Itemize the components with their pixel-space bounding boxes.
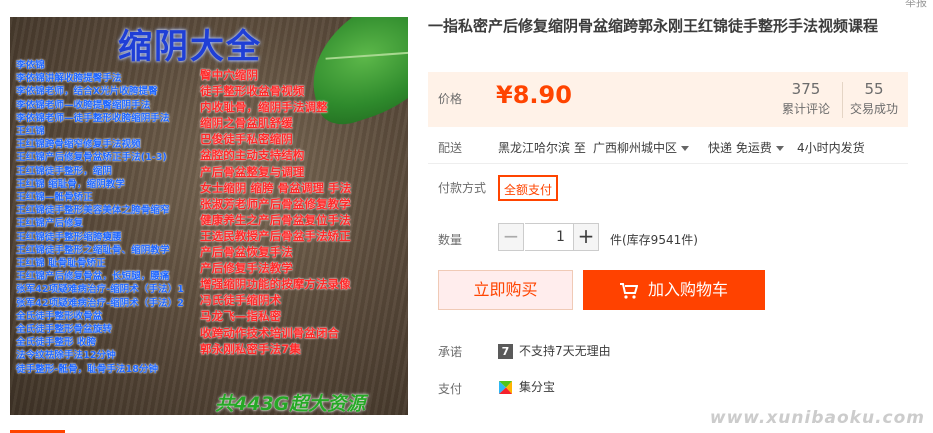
image-right-line: 臀中穴缩阴 <box>200 68 258 82</box>
reviews-label: 累计评论 <box>781 102 830 116</box>
image-left-line: 李依锦 <box>16 60 45 71</box>
cart-icon <box>619 282 638 299</box>
image-right-list: 臀中穴缩阴徒手整形收盆骨视频 内收耻骨，缩阴手法调整 缩阴之骨盆肌舒缓 巴俊徒手私密缩… <box>200 67 405 357</box>
image-left-line: 张军42项疑难病治疗-缩阴术（手法）2 <box>16 297 184 309</box>
shipping-to-select[interactable]: 广西柳州城中区 <box>593 139 690 156</box>
image-left-line: 张军42项疑难病治疗-缩阴术（手法）1 <box>16 284 184 296</box>
image-left-line: 王红锦跨骨缩窄修复手法视频 <box>16 139 141 151</box>
chevron-down-icon <box>775 146 784 151</box>
deals-count: 55 <box>864 80 884 98</box>
stat-divider <box>842 82 843 118</box>
image-right-line: 产后骨盆恢复手法 <box>200 245 293 260</box>
image-left-line: 李依锦老师，结合X光片收胯提臀 <box>16 86 158 98</box>
shipping-to: 广西柳州城中区 <box>593 141 678 155</box>
image-bottom-text: 共443G超大资源 <box>215 393 366 415</box>
image-right-line: 内收耻骨，缩阴手法调整 <box>200 100 328 115</box>
image-left-line: 全氏徒手整形 收胯 <box>16 337 97 349</box>
image-left-line: 王红锦徒手整形，缩阴 <box>16 165 112 177</box>
quantity-label: 数量 <box>438 233 463 247</box>
no-return-icon: 7 <box>498 344 513 359</box>
image-left-line: 王红锦 <box>16 126 45 138</box>
image-left-line: 李依锦老师—徒手整形收胯缩阴手法 <box>16 112 170 124</box>
promise-label: 承诺 <box>438 345 463 359</box>
image-right-line: 产后修复手法教学 <box>200 261 293 276</box>
image-right-line: 王选民教授产后骨盆手法矫正 <box>200 228 351 243</box>
image-left-line: 王红锦徒手整形缩胯瘦腰 <box>16 231 122 243</box>
divider <box>428 163 908 164</box>
image-right-line: 郭永刚私密手法7集 <box>200 341 301 356</box>
dispatch-time: 4小时内发货 <box>797 141 865 155</box>
image-left-line: 李依锦老师—收胯提臀缩阴手法 <box>16 99 151 111</box>
image-left-line: 全氏徒手整形骨盆旋转 <box>16 324 112 336</box>
watermark: www.xunibaoku.com <box>709 408 925 428</box>
payment-option-full[interactable]: 全额支付 <box>498 175 558 201</box>
price-value: ¥8.90 <box>496 81 572 109</box>
image-right-line: 张淑芳老师产后骨盆修复教学 <box>200 196 351 211</box>
deals-label: 交易成功 <box>849 102 898 116</box>
image-right-line: 徒手整形收盆骨视频 <box>200 84 305 99</box>
jifenbao-icon <box>499 381 512 394</box>
stock-info: 件(库存9541件) <box>610 233 698 247</box>
image-left-line: 王红锦产后修复骨盆，长短腿，腰痛 <box>16 271 170 283</box>
image-left-line: 王红锦产后修复骨盆矫正手法(1-3) <box>16 152 167 164</box>
image-right-line: 健康养生之产后骨盆复位手法 <box>200 212 351 227</box>
add-to-cart-button[interactable]: 加入购物车 <box>583 270 765 310</box>
image-left-list: 李依锦李依锦讲解收胯提臀手法 李依锦老师，结合X光片收胯提臀 李依锦老师—收胯提臀缩… <box>16 59 221 376</box>
image-left-line: 王红锦 缩耻骨，缩阴教学 <box>16 178 125 190</box>
image-right-line: 马龙飞—指私密 <box>200 309 282 324</box>
pay-method-text: 集分宝 <box>519 380 556 394</box>
product-title: 一指私密产后修复缩阴骨盆缩跨郭永刚王红锦徒手整形手法视频课程 <box>428 17 879 35</box>
price-label: 价格 <box>438 92 463 106</box>
image-left-line: 王红锦 耻骨耻骨矫正 <box>16 258 106 270</box>
image-left-line: 王红锦—骶骨矫正 <box>16 192 93 204</box>
add-to-cart-label: 加入购物车 <box>647 280 728 299</box>
quantity-minus-button[interactable]: − <box>498 223 524 251</box>
image-right-line: 冯氏徒手缩阴术 <box>200 293 282 308</box>
image-left-line: 法令纹祛除手法12分钟 <box>16 350 116 362</box>
image-right-line: 缩阴之骨盆肌舒缓 <box>200 116 293 131</box>
shipping-method-select[interactable]: 快递 免运费 <box>708 139 784 156</box>
image-left-line: 徒手整形-骶骨，耻骨手法18分钟 <box>16 363 159 375</box>
pay-method[interactable]: 集分宝 <box>498 378 555 395</box>
image-left-line: 李依锦讲解收胯提臀手法 <box>16 73 122 85</box>
image-right-line: 收跨动作技术培训骨盆闭合 <box>200 325 340 340</box>
buy-now-button[interactable]: 立即购买 <box>438 270 573 310</box>
reviews-stat[interactable]: 375 累计评论 <box>773 80 839 117</box>
image-right-line: 增强缩阴功能的按摩方法录像 <box>200 277 351 292</box>
chevron-down-icon <box>681 146 690 151</box>
image-right-line: 产后骨盆整复与调理 <box>200 164 305 179</box>
quantity-plus-button[interactable]: + <box>573 223 599 251</box>
image-left-line: 王红锦徒手整形之缩耻骨、缩阴教学 <box>16 244 170 256</box>
payment-label: 付款方式 <box>438 181 487 195</box>
shipping-method: 快递 免运费 <box>708 141 772 155</box>
image-right-line: 盆腔的主动支持结构 <box>200 148 305 163</box>
shipping-from: 黑龙江哈尔滨 至 <box>498 141 586 155</box>
reviews-count: 375 <box>791 80 821 98</box>
pay-label: 支付 <box>438 382 463 396</box>
image-right-line: 巴俊徒手私密缩阴 <box>200 132 293 147</box>
report-link[interactable]: 举报 <box>905 0 927 10</box>
shipping-label: 配送 <box>438 141 463 155</box>
promise-item[interactable]: 7 不支持7天无理由 <box>498 342 611 359</box>
image-right-line: 女士缩阴 缩胯 骨盆调理 手法 <box>200 180 352 195</box>
image-left-line: 全氏徒手整形收骨盆 <box>16 310 103 322</box>
product-image[interactable]: 缩阴大全 李依锦 李依锦讲解收胯提臀手法 李依锦老师，结合X光片收胯提臀 李依锦老师—… <box>10 17 408 415</box>
promise-text: 不支持7天无理由 <box>519 344 611 358</box>
deals-stat: 55 交易成功 <box>844 80 904 117</box>
price-panel: 价格 ¥8.90 375 累计评论 55 交易成功 <box>428 72 908 127</box>
image-left-line: 王红锦徒手整形美容美体之胯骨缩窄 <box>16 205 170 217</box>
image-left-line: 王红锦产后修复 <box>16 218 84 230</box>
